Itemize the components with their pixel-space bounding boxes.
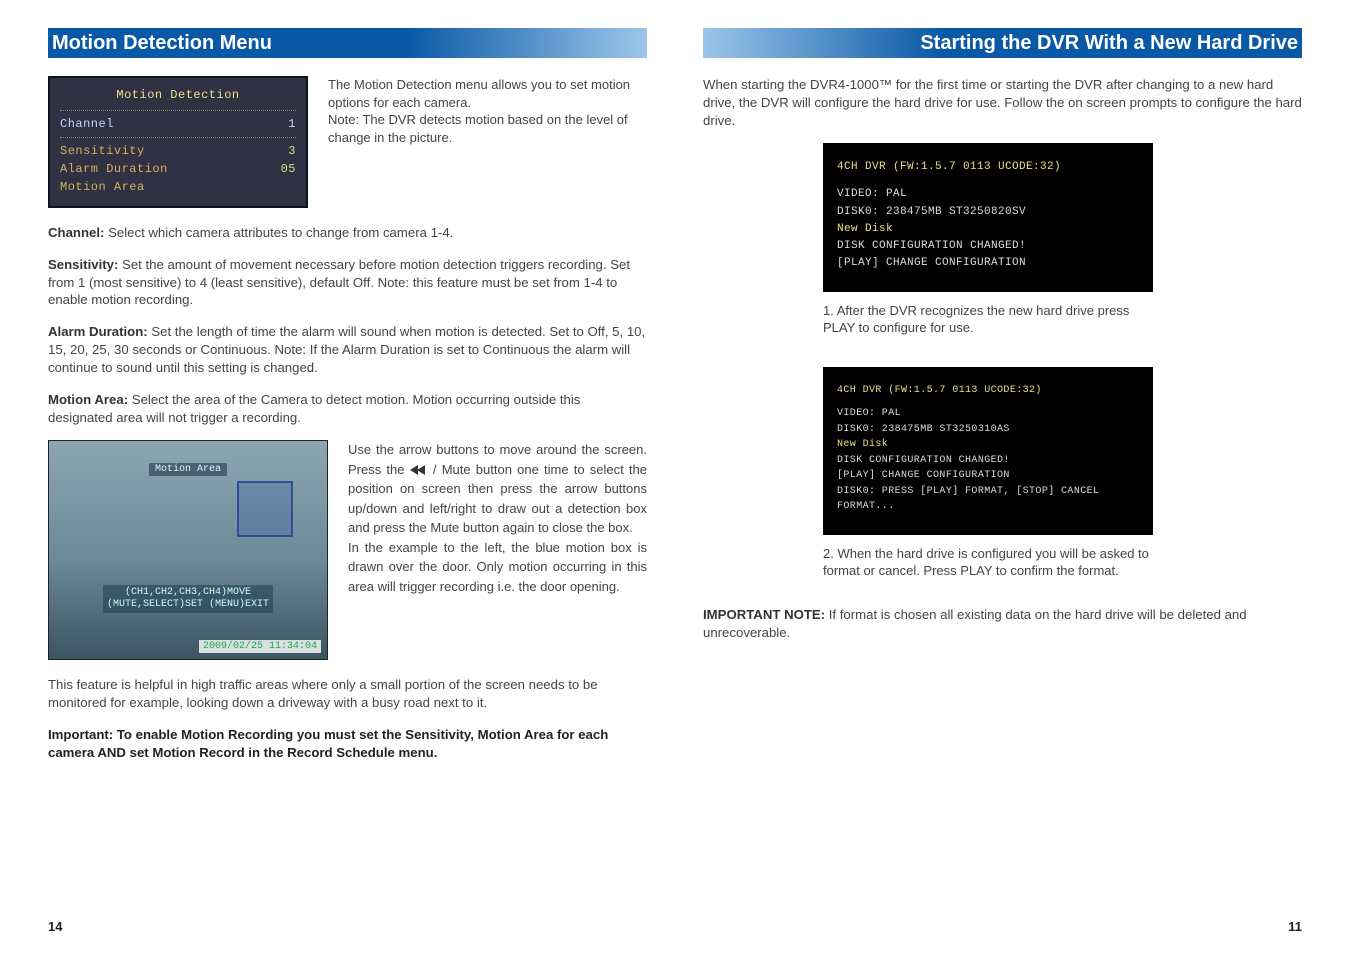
- channel-text: Select which camera attributes to change…: [104, 225, 453, 240]
- camera-top-label: Motion Area: [149, 463, 227, 476]
- osd-title: Motion Detection: [60, 86, 296, 104]
- osd-row-label: Motion Area: [60, 178, 145, 196]
- dvr-line: DISK0: 238475MB ST3250310AS: [837, 422, 1139, 438]
- caption-1: 1. After the DVR recognizes the new hard…: [823, 302, 1163, 337]
- motion-area-text: Select the area of the Camera to detect …: [48, 392, 580, 425]
- osd-row-value: 1: [288, 115, 296, 133]
- dvr-line: DISK CONFIGURATION CHANGED!: [837, 453, 1139, 469]
- intro-paragraph: The Motion Detection menu allows you to …: [328, 76, 647, 111]
- rewind-icon: [410, 465, 428, 475]
- dvr-line: New Disk: [837, 437, 1139, 453]
- document-spread: Motion Detection Menu Motion Detection C…: [0, 0, 1350, 954]
- right-intro: When starting the DVR4-1000™ for the fir…: [703, 76, 1302, 129]
- alarm-label: Alarm Duration:: [48, 324, 148, 339]
- dvr-line: [PLAY] CHANGE CONFIGURATION: [837, 468, 1139, 484]
- helpful-paragraph: This feature is helpful in high traffic …: [48, 676, 647, 712]
- important-note: IMPORTANT NOTE: If format is chosen all …: [703, 606, 1302, 642]
- page-number-left: 14: [48, 919, 62, 934]
- motion-detection-osd: Motion Detection Channel 1 Sensitivity 3 A…: [48, 76, 308, 208]
- alarm-paragraph: Alarm Duration: Set the length of time t…: [48, 323, 647, 376]
- dvr-line: DISK CONFIGURATION CHANGED!: [837, 238, 1139, 255]
- dvr-boot-panel-2: 4CH DVR (FW:1.5.7 0113 UCODE:32) VIDEO: …: [823, 367, 1153, 535]
- osd-row-value: 3: [288, 142, 296, 160]
- dvr-line: [PLAY] CHANGE CONFIGURATION: [837, 255, 1139, 272]
- motion-area-paragraph: Motion Area: Select the area of the Came…: [48, 391, 647, 427]
- sensitivity-paragraph: Sensitivity: Set the amount of movement …: [48, 256, 647, 309]
- dvr-line: 4CH DVR (FW:1.5.7 0113 UCODE:32): [837, 383, 1139, 399]
- channel-label: Channel:: [48, 225, 104, 240]
- arrows-paragraph: Use the arrow buttons to move around the…: [348, 440, 647, 538]
- left-heading: Motion Detection Menu: [48, 28, 647, 58]
- osd-row-value: 05: [281, 160, 296, 178]
- page-number-right: 11: [1288, 919, 1302, 934]
- motion-detection-box: [237, 481, 293, 537]
- dvr-line: DISK0: PRESS [PLAY] FORMAT, [STOP] CANCE…: [837, 484, 1139, 500]
- osd-row-label: Channel: [60, 115, 114, 133]
- important-paragraph: Important: To enable Motion Recording yo…: [48, 726, 647, 762]
- dvr-line: VIDEO: PAL: [837, 406, 1139, 422]
- motion-area-label: Motion Area:: [48, 392, 128, 407]
- intro-note: Note: The DVR detects motion based on th…: [328, 111, 647, 146]
- osd-row-label: Sensitivity: [60, 142, 145, 160]
- left-page: Motion Detection Menu Motion Detection C…: [0, 0, 675, 954]
- right-page: Starting the DVR With a New Hard Drive W…: [675, 0, 1350, 954]
- example-paragraph: In the example to the left, the blue mot…: [348, 538, 647, 597]
- camera-hint-overlay: (CH1,CH2,CH3,CH4)MOVE (MUTE,SELECT)SET (…: [103, 585, 273, 613]
- dvr-line: VIDEO: PAL: [837, 186, 1139, 203]
- sensitivity-label: Sensitivity:: [48, 257, 118, 272]
- dvr-line: 4CH DVR (FW:1.5.7 0113 UCODE:32): [837, 159, 1139, 176]
- channel-paragraph: Channel: Select which camera attributes …: [48, 224, 647, 242]
- camera-timestamp: 2009/02/25 11:34:04: [199, 640, 321, 653]
- dvr-boot-panel-1: 4CH DVR (FW:1.5.7 0113 UCODE:32) VIDEO: …: [823, 143, 1153, 291]
- sensitivity-text: Set the amount of movement necessary bef…: [48, 257, 630, 308]
- caption-2: 2. When the hard drive is configured you…: [823, 545, 1163, 580]
- camera-screenshot: Motion Area (CH1,CH2,CH3,CH4)MOVE (MUTE,…: [48, 440, 328, 660]
- dvr-line: New Disk: [837, 221, 1139, 238]
- right-heading: Starting the DVR With a New Hard Drive: [703, 28, 1302, 58]
- dvr-line: DISK0: 238475MB ST3250820SV: [837, 204, 1139, 221]
- dvr-line: FORMAT...: [837, 499, 1139, 515]
- important-note-label: IMPORTANT NOTE:: [703, 607, 825, 622]
- osd-row-label: Alarm Duration: [60, 160, 168, 178]
